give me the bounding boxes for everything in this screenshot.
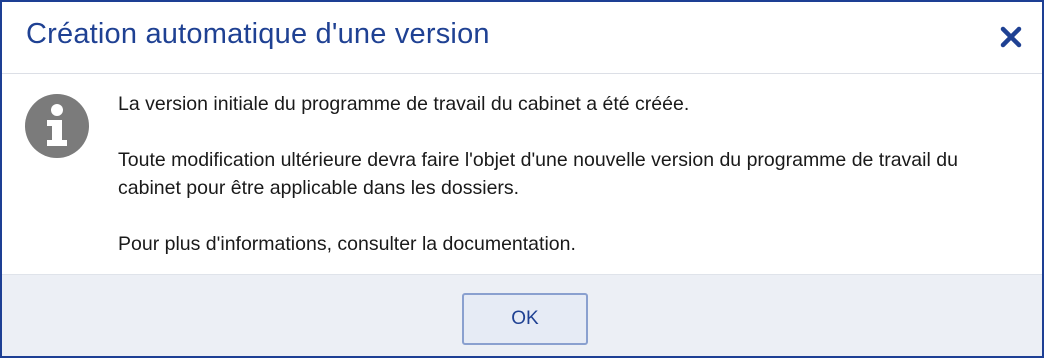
message-body: La version initiale du programme de trav… [118,90,1018,286]
message-line: Pour plus d'informations, consulter la d… [118,233,576,255]
close-icon[interactable] [998,24,1024,50]
dialog-content: La version initiale du programme de trav… [2,74,1042,274]
dialog: Création automatique d'une version La ve… [0,0,1044,358]
dialog-title: Création automatique d'une version [26,18,490,50]
info-icon [24,93,90,159]
dialog-footer: OK [2,274,1042,356]
dialog-title-bar: Création automatique d'une version [2,2,1042,74]
message-line: La version initiale du programme de trav… [118,93,690,115]
ok-button[interactable]: OK [462,293,588,345]
message-line: Toute modification ultérieure devra fair… [118,149,958,199]
